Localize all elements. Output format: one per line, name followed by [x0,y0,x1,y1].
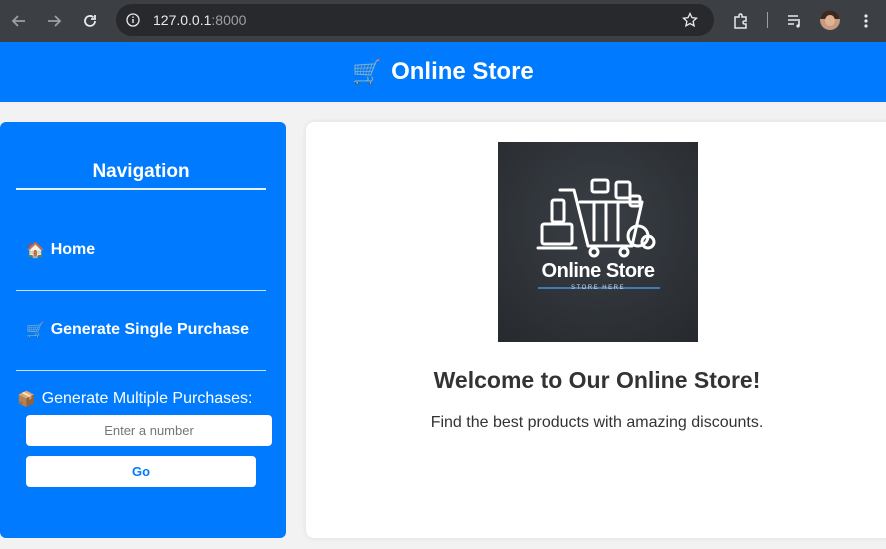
bookmark-star-icon[interactable] [682,12,698,28]
reading-list-button[interactable] [783,9,807,33]
browser-toolbar: 127.0.0.1:8000 [0,0,886,42]
welcome-heading: Welcome to Our Online Store! [433,367,761,393]
address-bar[interactable]: 127.0.0.1:8000 [116,4,714,36]
media-queue-icon [788,15,800,28]
kebab-menu-icon [864,14,868,28]
cart-icon: 🛒 [352,58,383,86]
toolbar-divider [767,12,768,28]
back-button[interactable] [7,9,31,33]
menu-button[interactable] [854,9,878,33]
site-title: Online Store [391,58,534,85]
forward-arrow-icon [48,15,62,27]
purchase-count-input[interactable] [26,415,272,446]
multiple-purchases-label: 📦 Generate Multiple Purchases: [17,390,253,408]
package-icon: 📦 [17,391,36,408]
back-arrow-icon [11,15,25,27]
sidebar-divider [16,290,266,291]
puzzle-icon [734,13,747,29]
store-logo: Online Store STORE HERE [498,142,698,342]
cart-icon: 🛒 [26,322,45,339]
nav-home-link[interactable]: 🏠 Home [26,241,95,259]
main-content: Online Store STORE HERE Welcome to Our O… [306,122,886,538]
tagline: Find the best products with amazing disc… [430,414,764,431]
forward-button[interactable] [42,9,66,33]
reload-icon [84,15,96,27]
extensions-button[interactable] [729,9,753,33]
sidebar-heading: Navigation [92,161,190,182]
profile-avatar[interactable] [820,10,840,30]
nav-single-purchase-link[interactable]: 🛒 Generate Single Purchase [26,321,249,339]
reload-button[interactable] [78,9,102,33]
logo-subtitle: STORE HERE [571,285,625,291]
info-icon[interactable] [126,13,140,27]
nav-home-label: Home [50,241,96,258]
nav-single-purchase-label: Generate Single Purchase [50,321,249,338]
house-icon: 🏠 [26,242,45,259]
sidebar: Navigation 🏠 Home 🛒 Generate Single Purc… [0,122,286,538]
sidebar-divider [16,370,266,371]
site-header: 🛒 Online Store [0,42,886,102]
go-button[interactable]: Go [26,456,256,487]
logo-title: Online Store [541,260,655,282]
shopping-cart-logo-icon [536,178,660,289]
sidebar-divider [16,188,266,190]
url-text: 127.0.0.1:8000 [153,12,247,28]
